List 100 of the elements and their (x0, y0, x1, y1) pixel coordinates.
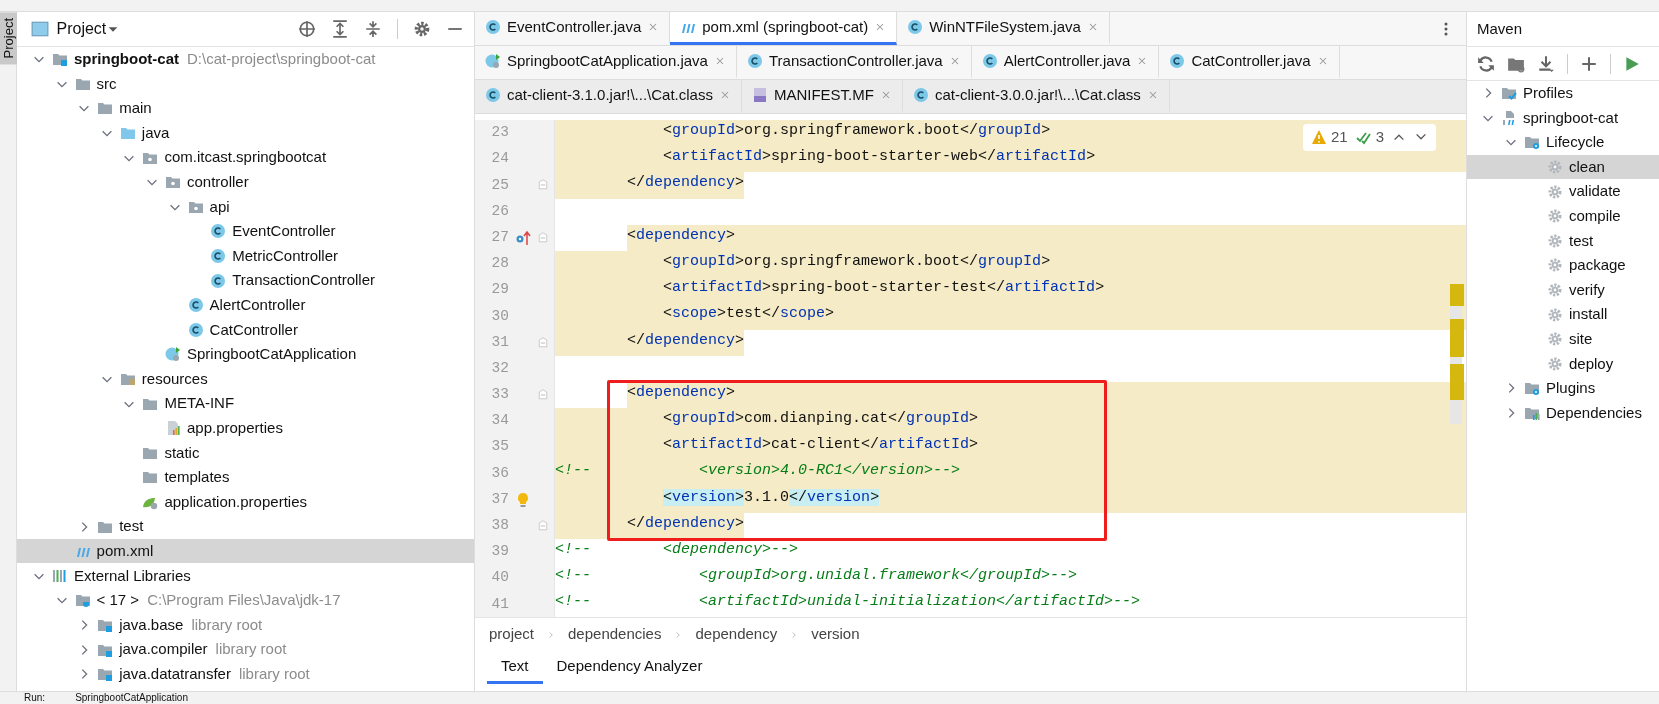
tree-item[interactable]: java.datatransfer (119, 662, 231, 686)
tree-item[interactable]: src (96, 72, 117, 96)
line-number: 31 (490, 332, 509, 352)
tree-item[interactable]: controller (187, 171, 249, 194)
breadcrumb[interactable]: dependency (695, 623, 778, 646)
editor-tab[interactable]: CatController.java (1159, 46, 1340, 79)
tree-item[interactable]: Lifecycle (1546, 131, 1605, 154)
tree-item[interactable]: compile (1569, 205, 1621, 228)
editor-tab[interactable]: SpringbootCatApplication.java (475, 46, 737, 79)
tree-item[interactable]: Dependencies (1546, 401, 1642, 425)
path-hint: library root (191, 614, 263, 635)
tree-item[interactable]: clean (1569, 155, 1605, 179)
line-number: 40 (490, 568, 509, 588)
tree-item[interactable]: verify (1569, 278, 1605, 302)
tree-item[interactable]: springboot-cat (74, 48, 179, 71)
tree-item[interactable]: api (209, 195, 230, 219)
line-number: 27 (490, 227, 509, 247)
code-line: </dependency> (627, 330, 745, 351)
run-label: Run: (24, 692, 46, 704)
breadcrumb[interactable]: version (811, 623, 860, 646)
tree-item[interactable]: test (1569, 229, 1594, 253)
tree-item[interactable]: java.base (119, 613, 184, 637)
code-line: <!-- <groupId>org.unidal.framework</groupId>--> (555, 566, 1078, 587)
run-config[interactable]: SpringbootCatApplication (75, 692, 188, 704)
tree-item[interactable]: EventController (232, 220, 336, 243)
tree-item[interactable]: < 17 > (96, 589, 140, 612)
warning-count: 21 (1330, 127, 1348, 147)
tree-item[interactable]: application.properties (164, 490, 307, 514)
line-number: 30 (490, 306, 509, 326)
editor-tab[interactable]: cat-client-3.0.0.jar!\...\Cat.class (902, 80, 1170, 113)
editor-tab[interactable]: WinNTFileSystem.java (897, 12, 1110, 45)
tree-item[interactable]: java.compiler (119, 638, 208, 661)
tree-item[interactable]: package (1569, 254, 1626, 277)
line-number: 23 (490, 123, 509, 143)
tree-item[interactable]: CatController (209, 318, 298, 342)
tree-item[interactable]: springboot-cat (1523, 106, 1619, 130)
tree-item[interactable]: deploy (1569, 352, 1614, 376)
tree-item[interactable]: resources (141, 367, 208, 391)
editor-mode-tab[interactable]: Text (487, 651, 543, 684)
tree-item[interactable]: External Libraries (74, 564, 191, 587)
line-number: 25 (490, 175, 509, 195)
line-number: 32 (490, 358, 509, 378)
line-number: 36 (490, 463, 509, 483)
tool-window-tab[interactable]: Project (0, 12, 17, 65)
editor-tab[interactable]: pom.xml (springboot-cat) (670, 12, 898, 45)
tree-item[interactable]: SpringbootCatApplication (187, 343, 357, 366)
editor-tab[interactable]: MANIFEST.MF (741, 80, 903, 113)
breadcrumb[interactable]: project (489, 623, 535, 646)
tree-item[interactable]: test (119, 515, 144, 538)
line-number: 29 (490, 280, 509, 300)
code-line: </dependency> (627, 513, 745, 534)
tree-item[interactable]: templates (164, 466, 230, 489)
tree-item[interactable]: main (119, 97, 152, 120)
line-number: 28 (490, 254, 509, 274)
tree-item[interactable]: META-INF (164, 392, 235, 415)
tree-item[interactable]: app.properties (187, 416, 283, 440)
code-line: <!-- <version>4.0-RC1</version>--> (555, 461, 961, 482)
tree-item[interactable]: com.itcast.springbootcat (164, 146, 327, 169)
tree-item[interactable]: validate (1569, 180, 1621, 203)
tree-item[interactable]: MetricController (232, 244, 339, 268)
code-line: <artifactId>spring-boot-starter-test</artifactId> (663, 278, 1105, 299)
editor-mode-tab[interactable]: Dependency Analyzer (542, 651, 717, 684)
code-line: </dependency> (627, 173, 745, 194)
line-number: 38 (490, 516, 509, 536)
tree-item[interactable]: java (141, 121, 170, 145)
code-line: <groupId>org.springframework.boot</groupId> (663, 121, 1051, 141)
path-hint: library root (238, 663, 310, 684)
editor-tab[interactable]: cat-client-3.1.0.jar!\...\Cat.class (475, 80, 742, 113)
path-hint: library root (215, 639, 287, 660)
code-line: <version>3.1.0</version> (663, 487, 880, 508)
tree-item[interactable]: site (1569, 328, 1593, 351)
code-line: <groupId>org.springframework.boot</groupId> (663, 251, 1051, 272)
tree-item[interactable]: Plugins (1546, 377, 1596, 400)
code-line: <artifactId>spring-boot-starter-web</artifactId> (663, 147, 1096, 168)
path-hint: C:\Program Files\Java\jdk-17 (147, 590, 341, 611)
line-number: 41 (490, 594, 509, 614)
line-number: 33 (490, 385, 509, 405)
breadcrumb[interactable]: dependencies (568, 623, 662, 646)
tree-item[interactable]: pom.xml (96, 539, 154, 563)
tree-item[interactable]: Profiles (1523, 82, 1574, 105)
line-number: 37 (490, 489, 509, 509)
code-line: <!-- <artifactId>unidal-initialization</artifactId>--> (555, 592, 1141, 613)
editor-tab[interactable]: TransactionController.java (736, 46, 972, 79)
code-line: <artifactId>cat-client</artifactId> (663, 435, 979, 456)
line-number: 35 (490, 437, 509, 457)
code-line: <dependency> (627, 225, 736, 246)
code-line: <scope>test</scope> (663, 304, 835, 325)
path-hint: D:\cat-project\springboot-cat (187, 49, 376, 70)
line-number: 26 (490, 201, 509, 221)
tree-item[interactable]: TransactionController (232, 269, 376, 292)
tree-item[interactable]: install (1569, 303, 1608, 326)
code-line: <dependency> (627, 382, 736, 403)
code-line: <!-- <dependency>--> (555, 540, 799, 560)
code-line: <groupId>com.dianping.cat</groupId> (663, 409, 979, 430)
tree-item[interactable]: AlertController (209, 294, 306, 317)
editor-tab[interactable]: AlertController.java (971, 46, 1160, 79)
tree-item[interactable]: static (164, 441, 200, 465)
check-count: 3 (1375, 127, 1384, 147)
line-number: 24 (490, 149, 509, 169)
panel-title[interactable]: Project (56, 17, 107, 41)
